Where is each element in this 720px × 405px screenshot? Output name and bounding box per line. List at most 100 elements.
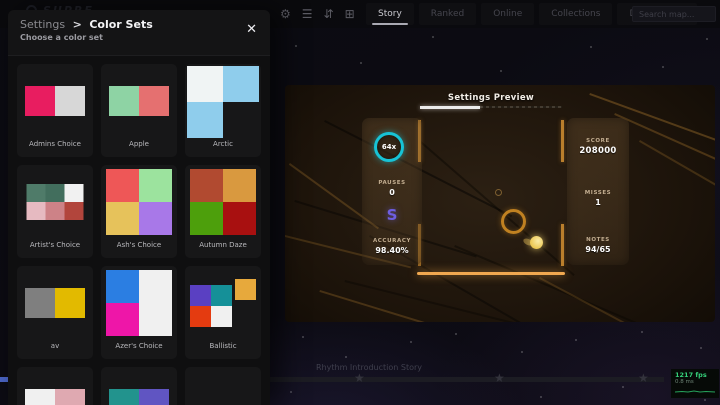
tab-story[interactable]: Story — [366, 3, 414, 25]
swatch-color — [223, 66, 259, 102]
accuracy-label: ACCURACY — [362, 238, 422, 244]
accuracy-value: 98.40% — [362, 246, 422, 255]
swatch-color — [106, 169, 139, 202]
star-icon: ★ — [638, 371, 649, 385]
background-star — [521, 351, 523, 353]
color-set-tile[interactable]: Ash's Choice — [101, 165, 177, 258]
color-set-tile[interactable]: Autumn Daze — [185, 165, 261, 258]
panel-subtitle: Choose a color set — [20, 33, 258, 42]
rank-badge: S — [362, 206, 422, 224]
tab-collections[interactable]: Collections — [539, 3, 612, 25]
note-ring-large — [501, 209, 526, 234]
swatch-color — [187, 102, 223, 138]
swatch-color — [46, 184, 65, 202]
swatch-color — [223, 169, 256, 202]
color-swatch — [190, 169, 256, 235]
misses-value: 1 — [567, 198, 629, 207]
close-icon[interactable]: ✕ — [246, 23, 257, 36]
pauses-value: 0 — [362, 188, 422, 197]
swatch-color — [211, 306, 232, 327]
streak-line — [345, 280, 530, 322]
swatch-color — [25, 86, 55, 116]
background-star — [622, 386, 624, 388]
background-star — [540, 396, 542, 398]
swatch-color — [190, 285, 211, 306]
swatch-color — [139, 303, 172, 336]
preview-title: Settings Preview — [400, 93, 582, 103]
tab-ranked[interactable]: Ranked — [419, 3, 476, 25]
settings-preview-panel: Settings Preview 64x PAUSES 0 S ACCURACY… — [285, 85, 715, 322]
combo-value: 64x — [382, 143, 396, 151]
background-star — [455, 333, 457, 335]
color-swatch — [25, 86, 85, 116]
color-swatch — [187, 66, 259, 138]
color-swatch — [25, 389, 85, 405]
pauses-label: PAUSES — [362, 180, 422, 186]
background-star — [704, 399, 706, 401]
swatch-color — [139, 169, 172, 202]
comet-note — [530, 236, 543, 249]
background-star — [641, 331, 643, 333]
color-set-tile[interactable]: Azer's Choice — [101, 266, 177, 359]
swatch-color — [190, 306, 211, 327]
swatch-color — [139, 202, 172, 235]
color-swatch — [27, 184, 84, 220]
color-set-tile[interactable] — [17, 367, 93, 405]
bookmark-icon[interactable]: ⊞ — [345, 8, 355, 20]
color-swatch — [25, 288, 85, 318]
color-set-tile[interactable]: Apple — [101, 64, 177, 157]
breadcrumb-settings[interactable]: Settings — [20, 18, 65, 31]
star-icon: ★ — [354, 371, 365, 385]
combo-ring: 64x — [374, 132, 404, 162]
streak-line — [639, 140, 715, 186]
swatch-color — [25, 389, 55, 405]
panel-header: Settings > Color Sets Choose a color set… — [8, 10, 270, 56]
swatch-color — [55, 86, 85, 116]
song-progress-fill — [420, 106, 480, 109]
search-input[interactable] — [632, 6, 716, 22]
color-swatch — [190, 279, 256, 327]
breadcrumb-separator: > — [73, 18, 82, 31]
color-swatch — [109, 389, 169, 405]
background-star — [700, 347, 702, 349]
swatch-color — [65, 184, 84, 202]
swatch-color — [55, 288, 85, 318]
streak-line — [539, 277, 654, 322]
menu-icon[interactable]: ☰ — [302, 8, 313, 20]
color-set-tile[interactable]: Artist's Choice — [17, 165, 93, 258]
color-set-tile[interactable]: Admins Choice — [17, 64, 93, 157]
background-star — [432, 36, 434, 38]
background-star — [662, 66, 664, 68]
color-set-name: Ash's Choice — [103, 241, 175, 249]
color-set-tile[interactable]: Arctic — [185, 64, 261, 157]
color-set-tile[interactable] — [185, 367, 261, 405]
swatch-color — [55, 389, 85, 405]
swatch-color — [109, 86, 139, 116]
background-star — [302, 336, 304, 338]
color-set-tile[interactable]: Ballistic — [185, 266, 261, 359]
swatch-color — [139, 86, 169, 116]
swatch-color — [106, 270, 139, 303]
swatch-color — [211, 285, 232, 306]
color-sets-panel: Settings > Color Sets Choose a color set… — [8, 10, 270, 405]
tab-online[interactable]: Online — [481, 3, 534, 25]
swatch-color — [223, 202, 256, 235]
swatch-color — [139, 389, 169, 405]
gear-icon[interactable]: ⚙ — [280, 8, 291, 20]
score-label: SCORE — [567, 138, 629, 144]
color-set-tile[interactable]: av — [17, 266, 93, 359]
swatch-color — [235, 279, 256, 300]
color-set-name: Autumn Daze — [187, 241, 259, 249]
sort-icon[interactable]: ⇵ — [324, 8, 334, 20]
score-value: 208000 — [567, 146, 629, 156]
swatch-color — [46, 202, 65, 220]
fps-value: 1217 fps — [675, 371, 715, 379]
background-star — [575, 339, 577, 341]
background-star — [500, 70, 502, 72]
swatch-color — [106, 202, 139, 235]
swatch-color — [190, 169, 223, 202]
swatch-color — [190, 202, 223, 235]
color-set-tile[interactable] — [101, 367, 177, 405]
notes-value: 94/65 — [567, 245, 629, 254]
background-star — [345, 356, 347, 358]
